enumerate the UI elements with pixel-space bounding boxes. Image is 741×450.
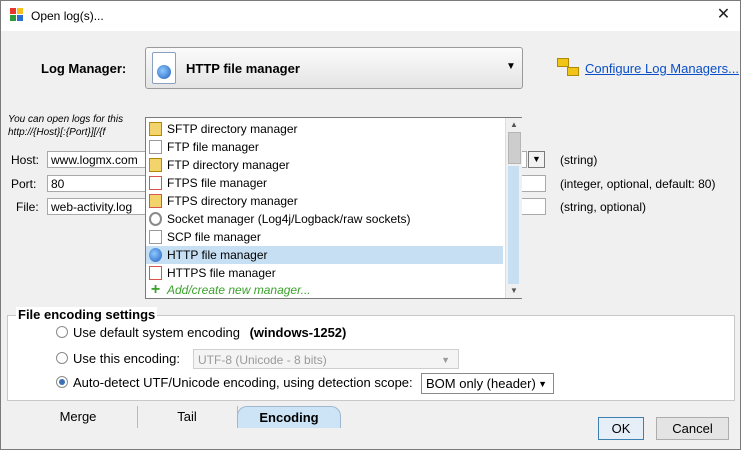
radio-auto-detect[interactable] (56, 376, 68, 388)
scrollbar-track (508, 166, 519, 284)
detection-scope-value: BOM only (header) (426, 376, 536, 391)
cancel-button[interactable]: Cancel (656, 417, 729, 440)
ok-button[interactable]: OK (598, 417, 644, 440)
close-button[interactable]: ✕ (707, 1, 740, 29)
encoding-select-value: UTF-8 (Unicode - 8 bits) (198, 353, 327, 367)
list-item-scp-file[interactable]: SCP file manager (146, 228, 503, 246)
list-item-http-file[interactable]: HTTP file manager (146, 246, 503, 264)
lock-document-icon (149, 266, 162, 280)
info-text: You can open logs for this http://{Host}… (8, 113, 123, 139)
list-item-ftp-file[interactable]: FTP file manager (146, 138, 503, 156)
dropdown-scrollbar[interactable]: ▲ ▼ (505, 118, 522, 298)
lock-folder-icon (149, 194, 162, 208)
tab-tail[interactable]: Tail (137, 406, 238, 428)
globe-document-icon (152, 52, 176, 84)
port-hint: (integer, optional, default: 80) (560, 177, 716, 191)
window-title: Open log(s)... (31, 9, 104, 23)
list-item-ftps-file[interactable]: FTPS file manager (146, 174, 503, 192)
host-dropdown-button[interactable]: ▼ (528, 151, 545, 168)
port-label: Port: (11, 177, 37, 191)
encoding-group-title: File encoding settings (16, 307, 158, 322)
chevron-down-icon: ▼ (506, 61, 516, 72)
this-encoding-label: Use this encoding: (73, 351, 180, 366)
default-encoding-text: Use default system encoding (73, 325, 240, 340)
chevron-down-icon: ▼ (538, 379, 547, 389)
log-manager-dropdown-list: SFTP directory manager FTP file manager … (145, 117, 522, 299)
folder-icon (149, 122, 162, 136)
log-manager-value: HTTP file manager (186, 61, 300, 76)
title-bar: Open log(s)... ✕ (1, 1, 740, 31)
socket-icon (149, 212, 162, 226)
dialog-content: Log Manager: HTTP file manager ▼ Configu… (1, 31, 740, 449)
info-line-1: You can open logs for this (8, 114, 124, 125)
configure-managers-icon[interactable] (557, 58, 581, 76)
tab-encoding[interactable]: Encoding (237, 406, 341, 428)
lock-document-icon (149, 176, 162, 190)
detection-scope-select[interactable]: BOM only (header) ▼ (421, 373, 554, 394)
file-label: File: (16, 200, 39, 214)
encoding-select[interactable]: UTF-8 (Unicode - 8 bits) ▼ (193, 349, 459, 369)
globe-icon (149, 248, 162, 262)
list-item-add-manager[interactable]: + Add/create new manager... (146, 281, 503, 299)
scrollbar-thumb[interactable] (508, 132, 521, 164)
document-icon (149, 140, 162, 154)
list-item-sftp-directory[interactable]: SFTP directory manager (146, 120, 503, 138)
list-item-socket[interactable]: Socket manager (Log4j/Logback/raw socket… (146, 210, 503, 228)
radio-default-encoding[interactable] (56, 326, 68, 338)
host-label: Host: (11, 153, 40, 167)
radio-this-encoding[interactable] (56, 352, 68, 364)
list-item-ftps-directory[interactable]: FTPS directory manager (146, 192, 503, 210)
info-line-2: http://{Host}[:{Port}][/{f (8, 127, 106, 138)
folder-icon (149, 158, 162, 172)
configure-managers-link[interactable]: Configure Log Managers... (585, 61, 739, 76)
chevron-down-icon: ▼ (441, 355, 450, 365)
host-hint: (string) (560, 153, 598, 167)
document-icon (149, 230, 162, 244)
default-encoding-value: (windows-1252) (249, 325, 347, 340)
open-logs-dialog: Open log(s)... ✕ Log Manager: HTTP file … (0, 0, 741, 450)
file-hint: (string, optional) (560, 200, 647, 214)
scroll-up-icon[interactable]: ▲ (506, 118, 522, 132)
default-encoding-label: Use default system encoding (windows-125… (73, 325, 346, 340)
log-manager-combo[interactable]: HTTP file manager ▼ (145, 47, 523, 89)
list-item-ftp-directory[interactable]: FTP directory manager (146, 156, 503, 174)
list-item-https-file[interactable]: HTTPS file manager (146, 264, 503, 282)
auto-detect-label: Auto-detect UTF/Unicode encoding, using … (73, 375, 413, 390)
app-icon (10, 8, 24, 22)
log-manager-label: Log Manager: (41, 61, 127, 76)
tab-merge[interactable]: Merge (19, 406, 138, 428)
plus-icon: + (150, 281, 161, 298)
scroll-down-icon[interactable]: ▼ (506, 284, 522, 298)
